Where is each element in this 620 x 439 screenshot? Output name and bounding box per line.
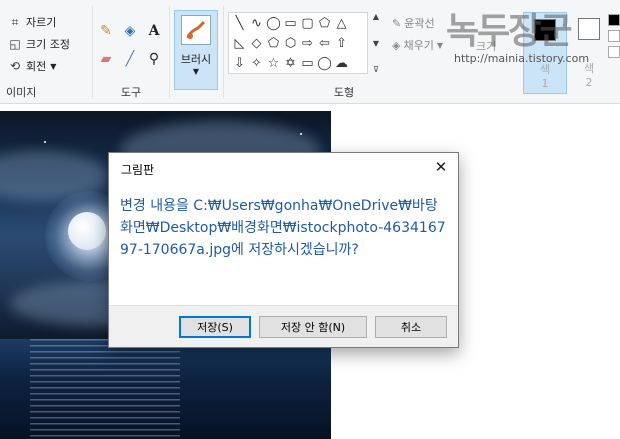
moon-reflection	[30, 339, 180, 439]
magnifier-icon[interactable]: ⚲	[143, 48, 165, 70]
fill-label: 채우기	[403, 39, 434, 52]
outline-icon: ✎	[392, 16, 402, 30]
rounded-rectangle-shape-icon[interactable]: ▢	[299, 15, 316, 32]
text-icon[interactable]: A	[143, 20, 165, 42]
outline-button[interactable]: ✎ 윤곽선	[392, 14, 435, 32]
crop-button[interactable]: ⌗ 자르기	[8, 12, 57, 32]
polygon-shape-icon[interactable]: ⬠	[316, 15, 333, 32]
dialog-message: 변경 내용을 C:₩Users₩gonha₩OneDrive₩바탕 화면₩Des…	[120, 198, 446, 258]
crop-label: 자르기	[26, 16, 57, 29]
diamond-shape-icon[interactable]: ◇	[248, 35, 265, 52]
four-point-star-shape-icon[interactable]: ✧	[248, 55, 265, 72]
eraser-icon[interactable]: ▰	[95, 48, 117, 70]
brush-icon	[181, 15, 211, 45]
divider	[169, 6, 170, 98]
cancel-button[interactable]: 취소	[375, 316, 447, 338]
image-group-label: 이미지	[6, 86, 37, 99]
brushes-button[interactable]: 브러시 ▼	[174, 10, 218, 90]
line-shape-icon[interactable]: ╲	[231, 15, 248, 32]
color1-label: 색 1	[539, 63, 551, 90]
outline-label: 윤곽선	[404, 17, 435, 30]
six-point-star-shape-icon[interactable]: ✡	[282, 55, 299, 72]
chevron-down-icon[interactable]: ▼	[373, 39, 379, 48]
dont-save-button[interactable]: 저장 안 함(N)	[259, 316, 367, 338]
shapes-group-label: 도형	[333, 86, 355, 99]
brushes-label: 브러시	[180, 53, 212, 66]
oval-shape-icon[interactable]: ◯	[265, 15, 282, 32]
palette-swatch[interactable]	[608, 46, 620, 58]
resize-label: 크기 조정	[26, 38, 70, 51]
rectangle-shape-icon[interactable]: ▭	[282, 15, 299, 32]
rotate-label: 회전	[26, 60, 47, 73]
ribbon: ⌗ 자르기 ◱ 크기 조정 ⟲ 회전 ▼ 이미지 ✎ ◈ A ▰ ╱ ⚲ 도구	[0, 0, 620, 104]
watermark-logo: 녹두장군	[446, 10, 572, 52]
callout-oval-shape-icon[interactable]: ◯	[316, 55, 333, 72]
expand-icon[interactable]: ⊽	[373, 65, 379, 74]
dialog-title: 그림판	[121, 163, 155, 177]
star	[300, 133, 302, 135]
curve-shape-icon[interactable]: ∿	[248, 15, 265, 32]
five-point-star-shape-icon[interactable]: ☆	[265, 55, 282, 72]
callout-rect-shape-icon[interactable]: ▭	[299, 55, 316, 72]
pencil-icon[interactable]: ✎	[95, 20, 117, 42]
chevron-down-icon: ▼	[436, 40, 443, 50]
chevron-up-icon[interactable]: ▲	[373, 12, 379, 21]
fill-icon[interactable]: ◈	[119, 20, 141, 42]
triangle-shape-icon[interactable]: △	[333, 15, 350, 32]
rotate-button[interactable]: ⟲ 회전 ▼	[8, 56, 56, 76]
star	[44, 141, 46, 143]
fill-button[interactable]: ◈ 채우기 ▼	[392, 36, 443, 54]
left-arrow-shape-icon[interactable]: ⇦	[316, 35, 333, 52]
rotate-icon: ⟲	[9, 59, 21, 73]
crop-icon: ⌗	[11, 14, 19, 29]
save-dialog: 그림판 ✕ 변경 내용을 C:₩Users₩gonha₩OneDrive₩바탕 …	[108, 152, 459, 348]
image-group: ⌗ 자르기 ◱ 크기 조정 ⟲ 회전 ▼ 이미지	[0, 0, 92, 104]
fill-icon: ◈	[392, 38, 401, 52]
watermark-url: http://mainia.tistory.com	[454, 52, 590, 65]
palette-swatch[interactable]	[608, 30, 620, 42]
chevron-down-icon: ▼	[50, 61, 57, 71]
resize-icon: ◱	[9, 37, 21, 51]
up-arrow-shape-icon[interactable]: ⇧	[333, 35, 350, 52]
palette-swatch[interactable]	[608, 14, 620, 26]
tools-group: ✎ ◈ A ▰ ╱ ⚲ 도구	[93, 0, 169, 104]
resize-button[interactable]: ◱ 크기 조정	[8, 34, 70, 54]
right-arrow-shape-icon[interactable]: ⇨	[299, 35, 316, 52]
tools-group-label: 도구	[120, 86, 142, 99]
cloud-shape-icon[interactable]: ☁	[333, 55, 350, 72]
hexagon-shape-icon[interactable]: ⬡	[282, 35, 299, 52]
color-palette[interactable]	[608, 14, 620, 74]
save-button[interactable]: 저장(S)	[179, 316, 251, 338]
moon	[68, 212, 106, 250]
color2-swatch	[578, 18, 600, 40]
down-arrow-shape-icon[interactable]: ⇩	[231, 55, 248, 72]
dialog-footer: 저장(S) 저장 안 함(N) 취소	[109, 305, 458, 347]
chevron-down-icon: ▼	[192, 67, 200, 76]
color-picker-icon[interactable]: ╱	[119, 48, 141, 70]
shapes-scroll[interactable]: ▲ ▼ ⊽	[370, 12, 382, 74]
right-triangle-shape-icon[interactable]: ◺	[231, 35, 248, 52]
shapes-gallery[interactable]: ╲ ∿ ◯ ▭ ▢ ⬠ △ ◺ ◇ ⬠ ⬡ ⇨ ⇦ ⇧ ⇩ ✧ ☆ ✡ ▭ ◯ …	[228, 12, 368, 74]
pentagon-shape-icon[interactable]: ⬠	[265, 35, 282, 52]
close-icon[interactable]: ✕	[424, 153, 458, 181]
